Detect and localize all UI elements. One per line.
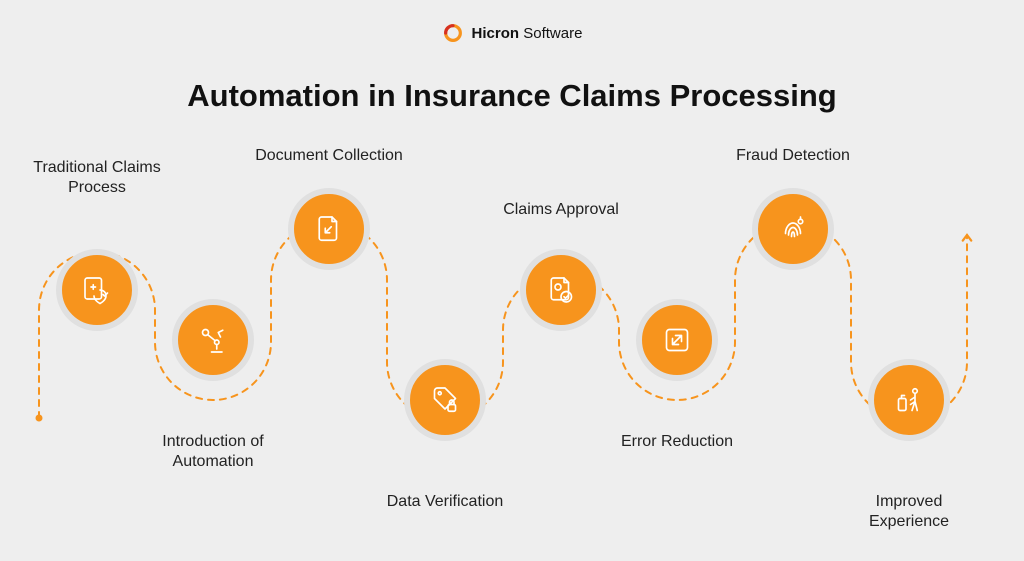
step-traditional (56, 249, 138, 331)
step-experience-label: Improved Experience (869, 492, 949, 532)
logo-bar: Hicron Software (0, 22, 1024, 49)
step-error (636, 299, 718, 381)
doc-arrow-icon (311, 211, 347, 247)
square-expand-icon (659, 322, 695, 358)
step-experience (868, 359, 950, 441)
health-shield-icon (79, 272, 115, 308)
robot-arm-icon (195, 322, 231, 358)
fingerprint-icon (775, 211, 811, 247)
page-title: Automation in Insurance Claims Processin… (0, 78, 1024, 114)
step-fraud (752, 188, 834, 270)
step-approval (520, 249, 602, 331)
step-automation-label: Introduction of Automation (162, 432, 263, 472)
step-approval-label: Claims Approval (503, 200, 619, 220)
brand-name: Hicron Software (472, 25, 583, 42)
step-data (404, 359, 486, 441)
doc-check-icon (543, 272, 579, 308)
step-automation (172, 299, 254, 381)
step-documents-label: Document Collection (255, 146, 403, 166)
step-fraud-label: Fraud Detection (736, 146, 850, 166)
step-error-label: Error Reduction (621, 432, 733, 452)
person-kiosk-icon (891, 382, 927, 418)
step-data-label: Data Verification (387, 492, 504, 512)
brand-ring-icon (442, 22, 464, 44)
tag-lock-icon (427, 382, 463, 418)
brand-logo: Hicron Software (442, 22, 583, 44)
step-traditional-label: Traditional Claims Process (33, 158, 160, 198)
step-documents (288, 188, 370, 270)
